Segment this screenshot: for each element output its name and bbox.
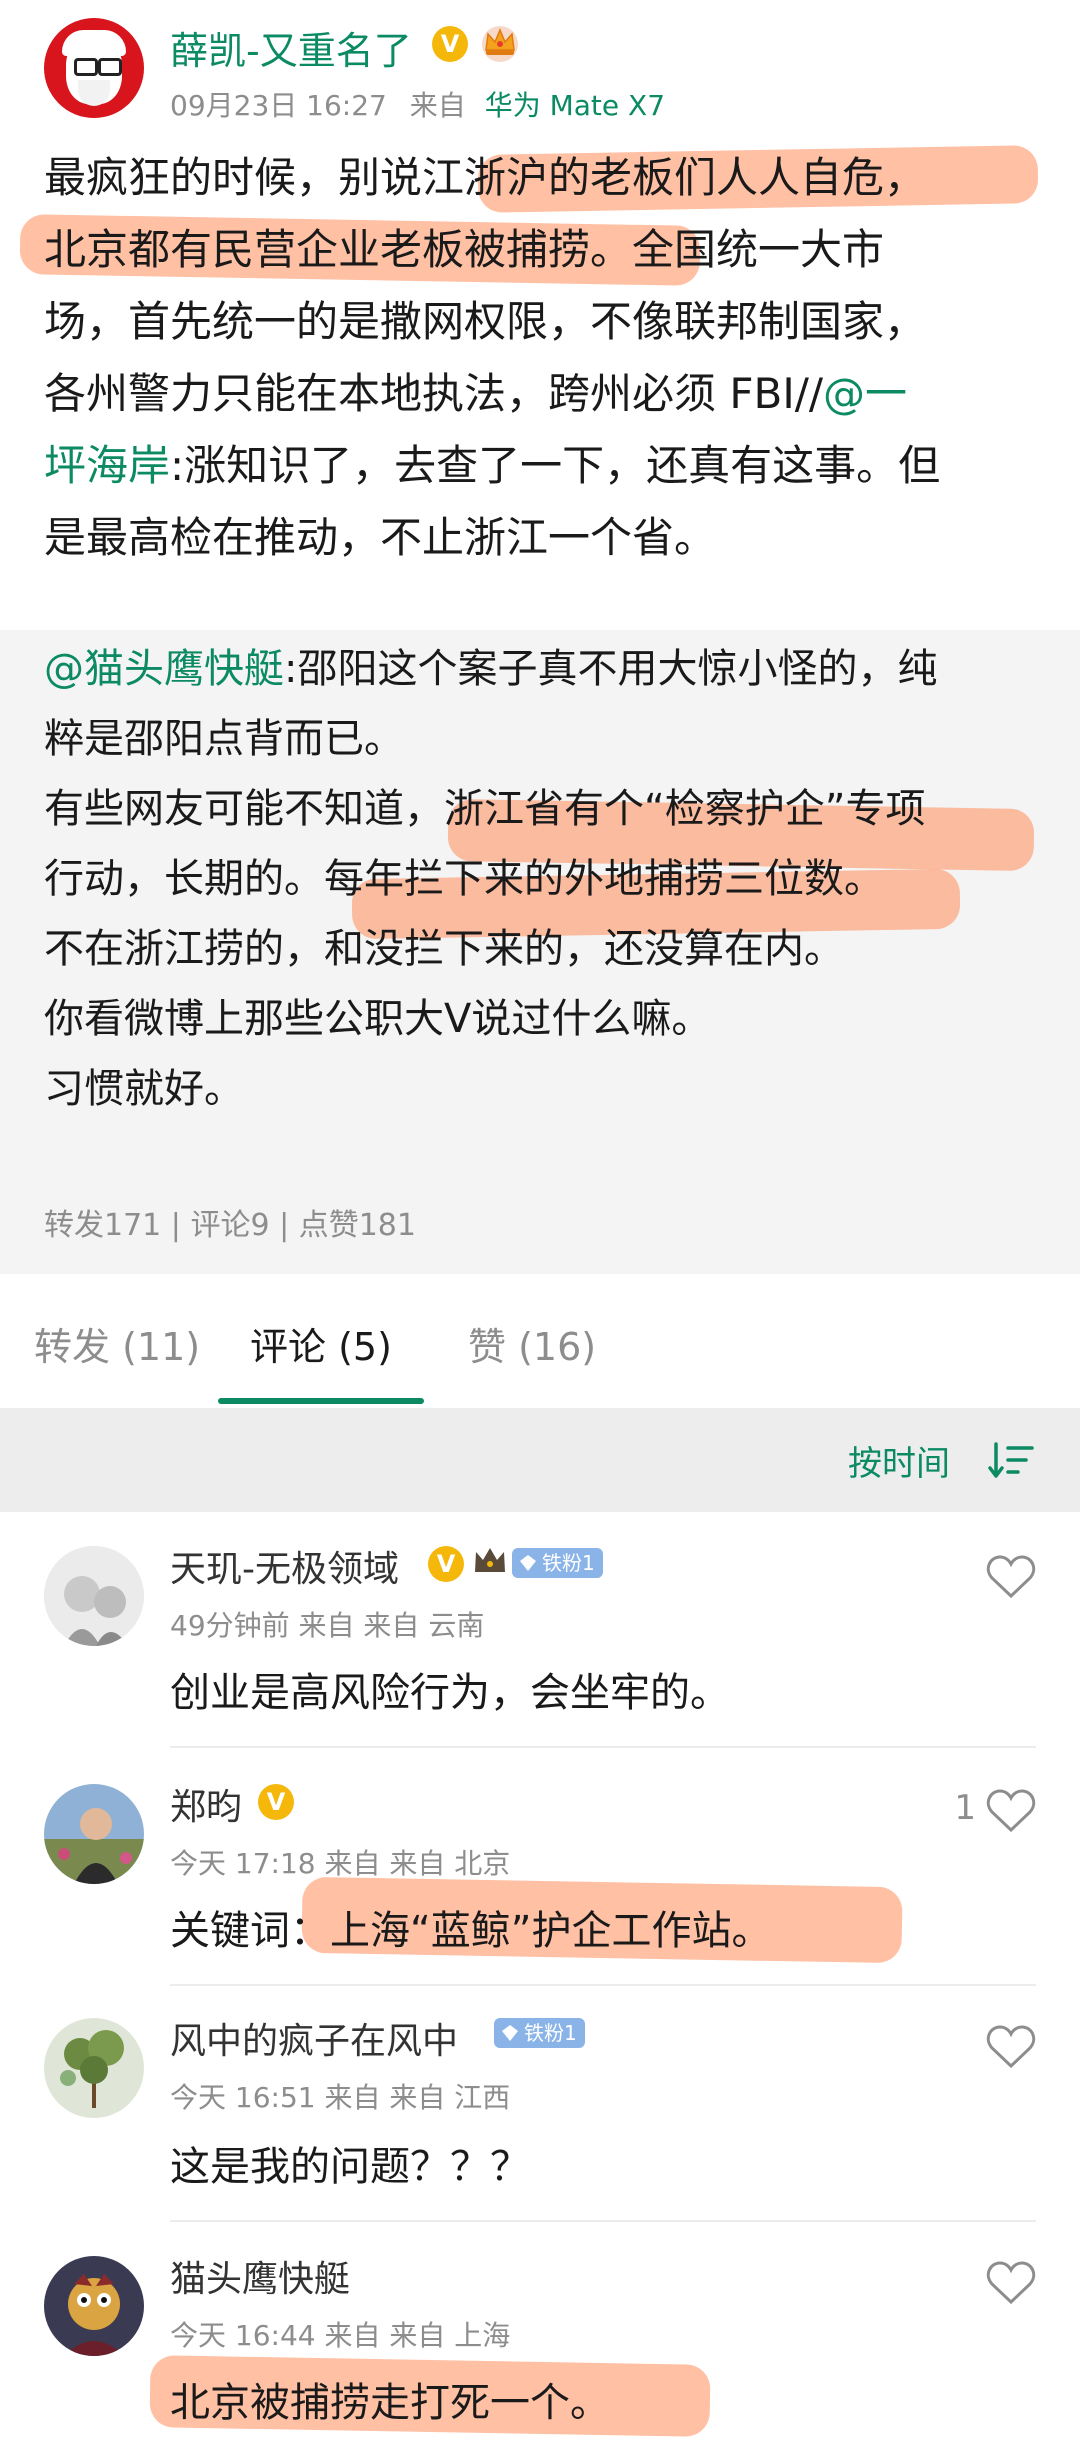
like-heart-icon[interactable]	[986, 2024, 1036, 2070]
post-text-line-6: 是最高检在推动，不止浙江一个省。	[44, 513, 717, 562]
commenter-name[interactable]: 郑昀	[170, 1778, 242, 1830]
verified-icon: V	[428, 1546, 464, 1582]
sort-bar: 按时间	[0, 1408, 1080, 1512]
author-avatar[interactable]	[44, 18, 144, 118]
comment-text: 这是我的问题？？？	[170, 2144, 530, 2190]
repost-text-line-2: 粹是邵阳点背而已。	[44, 716, 404, 762]
repost-text-line-4: 行动，长期的。每年拦下来的外地捕捞三位数。	[44, 856, 884, 902]
comment-text: 北京被捕捞走打死一个。	[170, 2380, 610, 2426]
post-text-line-5: 坪海岸:涨知识了，去查了一下，还真有这事。但	[44, 430, 1054, 502]
fan-badge: 铁粉1	[512, 1548, 603, 1578]
commenter-name[interactable]: 风中的疯子在风中	[170, 2012, 458, 2064]
mention-link[interactable]: 坪海岸	[44, 441, 170, 490]
post-text-line-2: 北京都有民营企业老板被捕捞。全国统一大市	[44, 225, 885, 274]
repost-text-line-5: 不在浙江捞的，和没拦下来的，还没算在内。	[44, 926, 844, 972]
tab-reposts[interactable]: 转发 (11)	[34, 1316, 200, 1371]
fan-badge-label: 铁粉1	[542, 1551, 595, 1575]
repost-text-line-1-rest: :邵阳这个案子真不用大惊小怪的，纯	[284, 646, 938, 692]
post-text-line-5-rest: :涨知识了，去查了一下，还真有这事。但	[170, 441, 941, 490]
verified-icon: V	[258, 1784, 294, 1820]
fan-badge-label: 铁粉1	[524, 2021, 577, 2045]
like-count: 1	[954, 1788, 976, 1828]
post-text-line-4: 各州警力只能在本地执法，跨州必须 FBI//@一	[44, 358, 1054, 430]
crown-icon	[475, 1548, 505, 1572]
sort-icon[interactable]	[988, 1440, 1036, 1480]
comment-meta: 今天 16:44 来自 来自 上海	[170, 2319, 511, 2352]
comment-text: 创业是高风险行为，会坐牢的。	[170, 1670, 730, 1716]
comment-item: 郑昀 V 今天 17:18 来自 来自 北京 关键词：上海“蓝鲸”护企工作站。 …	[0, 1748, 1080, 1986]
tab-comments[interactable]: 评论 (5)	[250, 1316, 392, 1371]
post-header: 薛凯-又重名了 V 09月23日 16:27 来自 华为 Mate X7	[0, 0, 1080, 140]
like-heart-icon[interactable]	[986, 1788, 1036, 1834]
fan-badge: 铁粉1	[494, 2018, 585, 2048]
comment-item: 风中的疯子在风中 铁粉1 今天 16:51 来自 来自 江西 这是我的问题？？？	[0, 1984, 1080, 2222]
crown-icon	[482, 26, 518, 62]
post-text-line-3: 场，首先统一的是撒网权限，不像联邦制国家，	[44, 297, 927, 346]
sort-by-time-button[interactable]: 按时间	[848, 1436, 950, 1485]
repost-original[interactable]: @猫头鹰快艇:邵阳这个案子真不用大惊小怪的，纯 粹是邵阳点背而已。 有些网友可能…	[0, 630, 1080, 1274]
comment-list: 天玑-无极领域 V 铁粉1 49分钟前 来自 来自 云南 创业是高风险行为，会坐…	[0, 1512, 1080, 2456]
comment-text: 关键词：上海“蓝鲸”护企工作站。	[170, 1908, 772, 1954]
tab-likes[interactable]: 赞 (16)	[468, 1316, 596, 1371]
commenter-avatar[interactable]	[44, 2018, 144, 2118]
verified-icon: V	[432, 26, 468, 62]
commenter-avatar[interactable]	[44, 1546, 144, 1646]
post-text-line-4-body: 各州警力只能在本地执法，跨州必须 FBI//	[44, 369, 824, 418]
commenter-name[interactable]: 猫头鹰快艇	[170, 2250, 350, 2302]
like-heart-icon[interactable]	[986, 2260, 1036, 2306]
post-device[interactable]: 华为 Mate X7	[485, 89, 665, 122]
comment-meta: 49分钟前 来自 来自 云南	[170, 1609, 485, 1642]
post-body: 最疯狂的时候，别说江浙沪的老板们人人自危， 北京都有民营企业老板被捕捞。全国统一…	[0, 140, 1080, 630]
like-heart-icon[interactable]	[986, 1554, 1036, 1600]
comment-item: 猫头鹰快艇 今天 16:44 来自 来自 上海 北京被捕捞走打死一个。	[0, 2220, 1080, 2456]
repost-text-line-7: 习惯就好。	[44, 1066, 244, 1112]
commenter-avatar[interactable]	[44, 1784, 144, 1884]
tab-bar: 转发 (11) 评论 (5) 赞 (16)	[0, 1274, 1080, 1408]
post-meta: 09月23日 16:27 来自 华为 Mate X7	[170, 84, 665, 124]
comment-item: 天玑-无极领域 V 铁粉1 49分钟前 来自 来自 云南 创业是高风险行为，会坐…	[0, 1512, 1080, 1748]
repost-text-line-1: @猫头鹰快艇:邵阳这个案子真不用大惊小怪的，纯	[44, 634, 937, 704]
commenter-name[interactable]: 天玑-无极领域	[170, 1540, 399, 1592]
tab-active-indicator	[218, 1398, 424, 1404]
repost-stats[interactable]: 转发171 | 评论9 | 点赞181	[44, 1200, 416, 1244]
repost-text-line-6: 你看微博上那些公职大V说过什么嘛。	[44, 996, 712, 1042]
comment-meta: 今天 16:51 来自 来自 江西	[170, 2081, 511, 2114]
comment-meta: 今天 17:18 来自 来自 北京	[170, 1847, 511, 1880]
mention-link[interactable]: @猫头鹰快艇	[44, 646, 284, 692]
repost-text-line-3: 有些网友可能不知道，浙江省有个“检察护企”专项	[44, 786, 926, 832]
post-source-prefix: 来自	[409, 89, 466, 122]
post-date: 09月23日 16:27	[170, 89, 387, 122]
author-name[interactable]: 薛凯-又重名了	[170, 20, 412, 75]
commenter-avatar[interactable]	[44, 2256, 144, 2356]
post-text-line-1: 最疯狂的时候，别说江浙沪的老板们人人自危，	[44, 153, 927, 202]
mention-link[interactable]: @一	[823, 369, 907, 418]
